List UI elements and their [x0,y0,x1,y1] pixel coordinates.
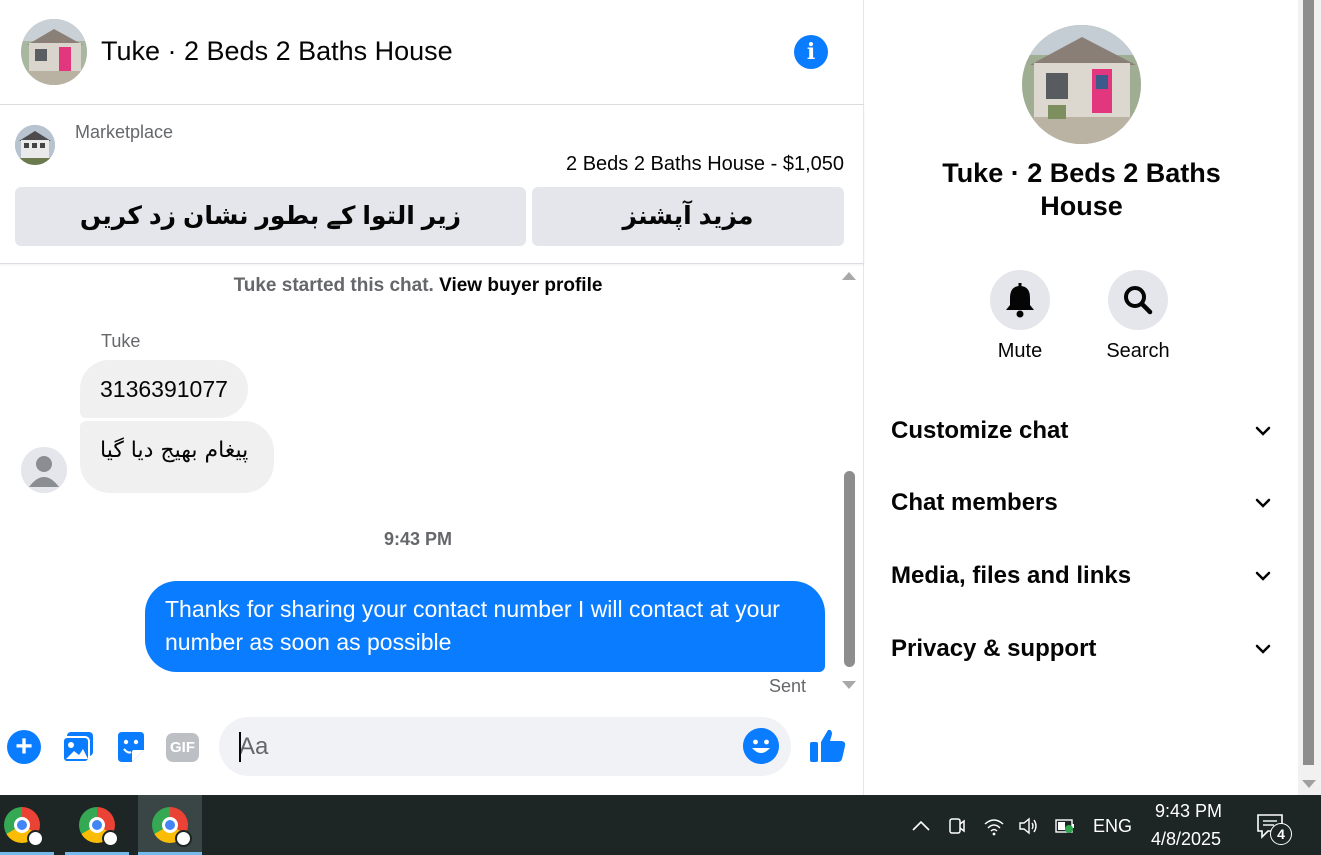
profile-badge-icon [102,830,119,847]
scroll-up-arrow-icon[interactable] [842,272,856,280]
scroll-down-arrow-icon[interactable] [842,681,856,689]
chevron-down-icon [1255,644,1271,654]
chat-pane: Tuke · 2 Beds 2 Baths House i Marketplac… [0,0,864,795]
menu-label: Chat members [891,489,1058,516]
profile-badge-icon [175,830,192,847]
battery-icon[interactable] [1054,815,1076,837]
meet-now-icon[interactable] [946,815,968,837]
menu-media-files-links[interactable]: Media, files and links [891,556,1271,596]
mark-as-pending-button[interactable]: زیر التوا کے بطور نشان زد کریں [15,187,526,246]
gif-icon[interactable]: GIF [166,733,199,762]
chat-started-text: Tuke started this chat. [233,275,434,296]
volume-icon[interactable] [1017,815,1039,837]
chrome-icon [4,807,44,847]
profile-badge-icon [27,830,44,847]
marketplace-listing-thumbnail[interactable] [15,125,55,165]
more-options-button[interactable]: مزید آپشنز [532,187,844,246]
info-icon[interactable]: i [794,35,828,69]
chevron-up-icon[interactable] [910,815,932,837]
sticker-icon[interactable] [114,730,148,764]
notification-center-button[interactable]: 4 [1256,811,1296,851]
sender-avatar[interactable] [21,447,67,493]
incoming-message[interactable]: پیغام بھیج دیا گیا [80,421,275,493]
marketplace-banner: Marketplace 2 Beds 2 Baths House - $1,05… [0,105,864,264]
menu-privacy-support[interactable]: Privacy & support [891,629,1271,669]
page-scrollbar[interactable] [1298,0,1321,795]
taskbar-chrome-app[interactable] [65,795,129,855]
menu-label: Media, files and links [891,562,1132,589]
message-composer: + GIF [0,712,864,784]
message-input[interactable] [219,717,791,776]
chrome-icon [152,807,192,847]
listing-title-price[interactable]: 2 Beds 2 Baths House - $1,050 [566,153,844,176]
text-caret [239,732,241,762]
outgoing-message[interactable]: Thanks for sharing your contact number I… [145,581,825,672]
chat-title: Tuke · 2 Beds 2 Baths House [101,36,453,66]
sender-name: Tuke [101,331,141,351]
mute-action[interactable]: Mute [975,270,1065,363]
message-status: Sent [769,676,807,696]
input-language[interactable]: ENG [1093,816,1132,837]
conversation-title: Tuke · 2 Beds 2 Baths House [942,158,1221,221]
mute-label: Mute [997,340,1043,362]
view-buyer-profile-link[interactable]: View buyer profile [439,275,602,296]
clock-date[interactable]: 4/8/2025 [1151,829,1221,850]
chevron-down-icon [1255,498,1271,508]
clock-time[interactable]: 9:43 PM [1155,801,1222,822]
bell-icon[interactable] [990,270,1050,330]
chevron-down-icon [1255,571,1271,581]
chrome-icon [79,807,119,847]
conversation-info-panel: Tuke · 2 Beds 2 Baths House Mute Search … [865,0,1298,795]
marketplace-label: Marketplace [75,122,174,142]
message-scrollbar[interactable] [840,270,858,695]
photo-icon[interactable] [61,730,95,764]
scroll-thumb[interactable] [844,471,855,667]
chevron-down-icon [1255,426,1271,436]
chat-header: Tuke · 2 Beds 2 Baths House i [0,0,864,105]
chat-started-notice: Tuke started this chat. View buyer profi… [0,275,836,297]
notification-count-badge: 4 [1270,823,1292,845]
search-icon[interactable] [1108,270,1168,330]
menu-label: Privacy & support [891,635,1097,662]
message-list: Tuke started this chat. View buyer profi… [0,265,864,705]
incoming-message[interactable]: 3136391077 [80,360,248,418]
emoji-icon[interactable] [743,728,779,764]
menu-customize-chat[interactable]: Customize chat [891,411,1271,451]
windows-taskbar: ENG 9:43 PM 4/8/2025 4 [0,795,1321,855]
conversation-avatar[interactable] [1022,25,1141,144]
thumbs-up-icon[interactable] [808,726,848,766]
page-scroll-down-arrow-icon[interactable] [1302,780,1316,788]
wifi-icon[interactable] [983,815,1005,837]
taskbar-chrome-app[interactable] [0,795,54,855]
taskbar-chrome-app-active[interactable] [138,795,202,855]
page-scroll-thumb[interactable] [1303,0,1314,765]
menu-chat-members[interactable]: Chat members [891,483,1271,523]
search-label: Search [1106,340,1170,362]
plus-icon[interactable]: + [7,730,41,764]
search-action[interactable]: Search [1093,270,1183,363]
listing-avatar[interactable] [21,19,87,85]
message-timestamp: 9:43 PM [383,529,453,549]
menu-label: Customize chat [891,417,1069,444]
